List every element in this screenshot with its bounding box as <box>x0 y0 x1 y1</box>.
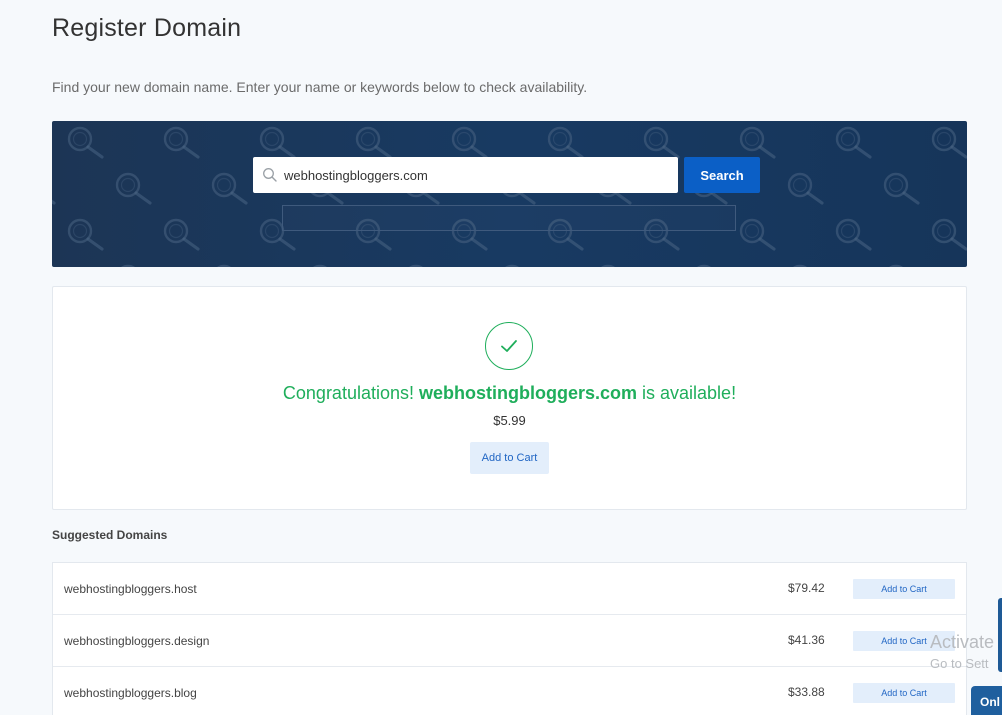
suggested-domain-row: webhostingbloggers.design $41.36 Add to … <box>53 615 966 667</box>
activate-line-1: Activate <box>930 632 995 652</box>
add-to-cart-button-blog[interactable]: Add to Cart <box>853 683 955 703</box>
suggested-domain-price: $41.36 <box>788 633 825 647</box>
domain-price: $5.99 <box>493 413 526 428</box>
page-subtitle: Find your new domain name. Enter your na… <box>52 79 588 95</box>
search-banner: Search <box>52 121 967 267</box>
search-button[interactable]: Search <box>684 157 760 193</box>
side-widget-handle[interactable] <box>998 598 1002 672</box>
add-to-cart-button-host[interactable]: Add to Cart <box>853 579 955 599</box>
search-icon <box>262 167 278 183</box>
domain-search-field[interactable] <box>253 157 678 193</box>
suggested-domain-name: webhostingbloggers.design <box>64 634 209 648</box>
availability-message: Congratulations! webhostingbloggers.com … <box>53 383 966 404</box>
availability-suffix: is available! <box>637 383 737 403</box>
domain-tld: .design <box>170 634 210 648</box>
availability-prefix: Congratulations! <box>282 383 419 403</box>
suggested-domain-name: webhostingbloggers.blog <box>64 686 197 700</box>
suggested-domain-row: webhostingbloggers.host $79.42 Add to Ca… <box>53 563 966 615</box>
magnifier-pattern-icon <box>52 126 967 267</box>
availability-result-card: Congratulations! webhostingbloggers.com … <box>52 286 967 510</box>
suggested-domain-price: $33.88 <box>788 685 825 699</box>
domain-search-input[interactable] <box>284 167 664 183</box>
page-title: Register Domain <box>52 14 242 42</box>
domain-tld: .host <box>170 582 197 596</box>
suggested-domain-price: $79.42 <box>788 581 825 595</box>
domain-label: webhostingbloggers <box>64 582 171 596</box>
suggested-domain-name: webhostingbloggers.host <box>64 582 197 596</box>
available-domain: webhostingbloggers.com <box>419 383 638 403</box>
captcha-box[interactable] <box>282 205 736 231</box>
activate-line-2: Go to Sett <box>930 656 989 671</box>
online-chat-tab[interactable]: Onl <box>971 686 1002 715</box>
check-circle-icon <box>485 322 533 370</box>
add-to-cart-button[interactable]: Add to Cart <box>470 442 549 474</box>
suggested-domains-list: webhostingbloggers.host $79.42 Add to Ca… <box>52 562 967 715</box>
domain-label: webhostingbloggers <box>64 634 171 648</box>
activate-windows-watermark: Activate Go to Sett <box>930 632 994 671</box>
domain-label: webhostingbloggers <box>64 686 171 700</box>
suggested-domains-heading: Suggested Domains <box>52 528 168 542</box>
suggested-domain-row: webhostingbloggers.blog $33.88 Add to Ca… <box>53 667 966 715</box>
domain-tld: .blog <box>170 686 197 700</box>
